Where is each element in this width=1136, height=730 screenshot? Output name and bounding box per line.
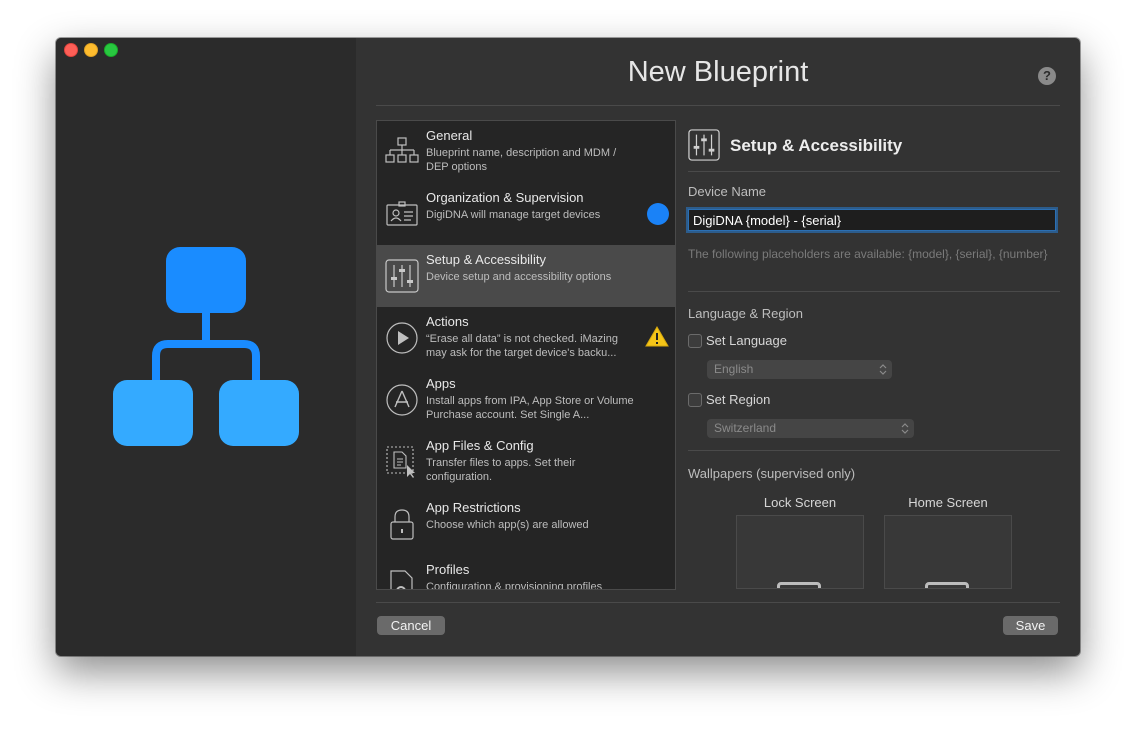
section-description: Configuration & provisioning profiles (426, 581, 603, 590)
section-description: Device setup and accessibility options (426, 271, 612, 283)
close-window-button[interactable] (64, 43, 78, 57)
section-item-app-files[interactable]: App Files & Config Transfer files to app… (377, 431, 675, 493)
save-button[interactable]: Save (1003, 616, 1058, 635)
maximize-window-button[interactable] (104, 43, 118, 57)
cancel-button[interactable]: Cancel (377, 616, 445, 635)
device-name-input[interactable] (688, 209, 1056, 231)
set-language-checkbox[interactable] (688, 334, 702, 348)
divider (688, 450, 1060, 451)
language-region-label: Language & Region (688, 306, 803, 321)
wallpapers-label: Wallpapers (supervised only) (688, 466, 856, 481)
section-description: “Erase all data” is not checked. iMazing… (426, 333, 618, 359)
play-icon (386, 322, 418, 354)
chevron-up-down-icon (901, 423, 909, 434)
set-region-checkbox[interactable] (688, 393, 702, 407)
section-title: Organization & Supervision (426, 190, 584, 205)
section-description: DigiDNA will manage target devices (426, 209, 601, 221)
section-item-organization[interactable]: Organization & Supervision DigiDNA will … (377, 183, 675, 245)
chevron-up-down-icon (879, 364, 887, 375)
warning-icon (645, 326, 669, 347)
home-screen-wallpaper-well[interactable] (884, 515, 1012, 589)
lock-screen-label: Lock Screen (763, 495, 837, 510)
section-title: Apps (426, 376, 456, 391)
section-title: Actions (426, 314, 469, 329)
title-divider (376, 105, 1060, 106)
region-select-value: Switzerland (714, 421, 777, 435)
app-store-icon (386, 384, 418, 416)
phone-icon (777, 582, 821, 588)
sliders-icon (688, 129, 720, 161)
section-item-general[interactable]: General Blueprint name, description and … (377, 121, 675, 183)
section-title: Profiles (426, 562, 470, 577)
section-item-profiles[interactable]: Profiles Configuration & provisioning pr… (377, 555, 675, 590)
section-item-setup-accessibility[interactable]: Setup & Accessibility Device setup and a… (377, 245, 675, 307)
region-select[interactable]: Switzerland (707, 419, 914, 438)
language-select-value: English (714, 362, 754, 376)
file-drop-icon (386, 446, 415, 478)
footer-divider (376, 602, 1060, 603)
section-title: General (426, 128, 473, 143)
help-button[interactable]: ? (1038, 67, 1056, 85)
placeholder-hint: The following placeholders are available… (688, 247, 1048, 261)
section-description: Choose which app(s) are allowed (426, 519, 589, 531)
divider (688, 171, 1060, 172)
lock-icon (390, 509, 414, 540)
section-item-actions[interactable]: Actions “Erase all data” is not checked.… (377, 307, 675, 369)
section-title: App Files & Config (426, 438, 534, 453)
id-card-icon (386, 201, 418, 226)
blueprint-window: New Blueprint ? General Blueprint name, … (56, 38, 1080, 656)
left-pane (56, 38, 356, 656)
section-item-apps[interactable]: Apps Install apps from IPA, App Store or… (377, 369, 675, 431)
blueprint-section-list[interactable]: General Blueprint name, description and … (376, 120, 676, 590)
profile-gear-icon (390, 570, 413, 589)
home-screen-label: Home Screen (908, 495, 988, 510)
language-select[interactable]: English (707, 360, 892, 379)
section-description: Blueprint name, description and MDM / DE… (426, 147, 617, 173)
set-language-label: Set Language (706, 333, 787, 348)
set-region-label: Set Region (706, 392, 771, 407)
lock-screen-wallpaper-well[interactable] (736, 515, 864, 589)
section-title: App Restrictions (426, 500, 521, 515)
section-description: Transfer files to apps. Set their config… (426, 457, 576, 483)
window-title: New Blueprint (627, 56, 809, 88)
minimize-window-button[interactable] (84, 43, 98, 57)
device-name-label: Device Name (688, 184, 767, 199)
divider (688, 291, 1060, 292)
hierarchy-icon (385, 137, 419, 163)
sliders-icon (385, 259, 419, 293)
section-title: Setup & Accessibility (426, 252, 546, 267)
section-description: Install apps from IPA, App Store or Volu… (426, 395, 634, 421)
status-dot-badge (647, 203, 669, 225)
detail-title: Setup & Accessibility (730, 136, 903, 155)
section-item-app-restrictions[interactable]: App Restrictions Choose which app(s) are… (377, 493, 675, 555)
phone-icon (925, 582, 969, 588)
blueprint-hierarchy-icon (113, 247, 299, 446)
